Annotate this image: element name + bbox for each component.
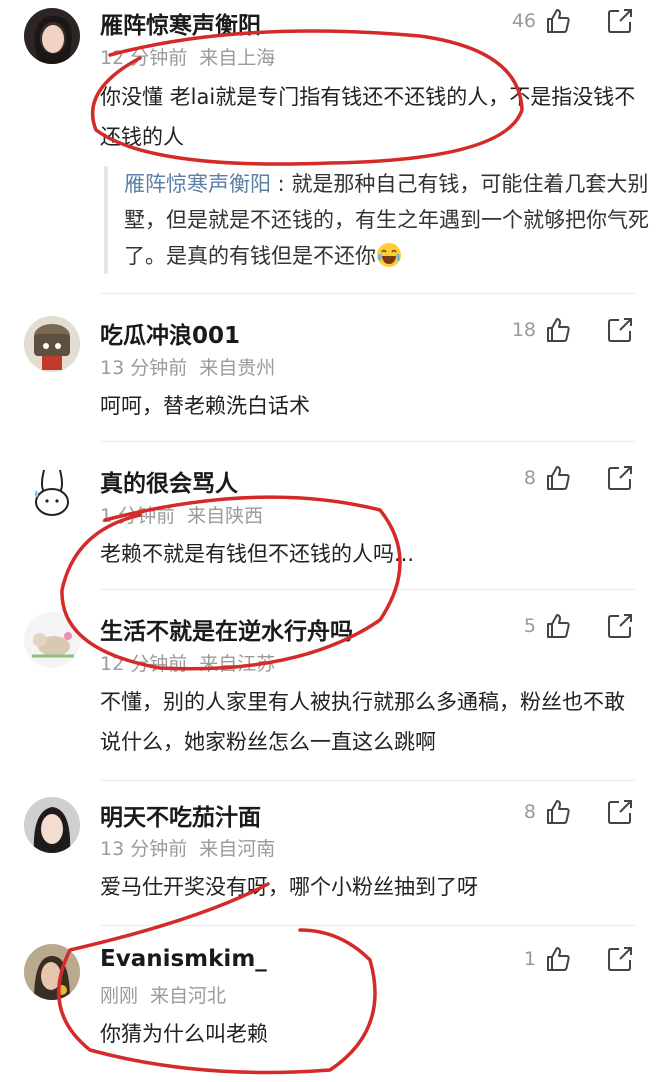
comment-actions: 46 [512, 6, 634, 36]
thumbs-up-icon[interactable] [544, 945, 572, 973]
reply-preview[interactable]: 雁阵惊寒声衡阳 : 就是那种自己有钱，可能住着几套大别墅，但是就是不还钱的，有生… [104, 166, 654, 274]
like-count: 5 [523, 615, 536, 637]
comment-actions: 8 [524, 797, 634, 827]
comment-time: 12 分钟前 [100, 47, 188, 69]
comment-location: 来自贵州 [199, 357, 276, 379]
thumbs-up-icon[interactable] [544, 798, 572, 826]
thumbs-up-icon[interactable] [544, 316, 572, 344]
divider [100, 589, 636, 590]
thumbs-up-icon[interactable] [544, 7, 572, 35]
comment-time: 13 分钟前 [100, 838, 188, 860]
divider [100, 780, 636, 781]
laughing-crying-emoji [376, 242, 402, 268]
username[interactable]: Evanismkim_ [100, 946, 267, 972]
reply-separator: : [271, 172, 292, 196]
avatar[interactable] [24, 612, 80, 668]
comment-location: 来自江苏 [199, 653, 276, 675]
comment-meta: 12 分钟前 来自江苏 [100, 649, 275, 676]
comment-actions: 8 [524, 463, 634, 493]
like-count: 8 [523, 801, 536, 823]
comment-actions: 5 [524, 611, 634, 641]
like-count: 1 [523, 948, 536, 970]
share-icon[interactable] [606, 316, 634, 344]
comment-actions: 18 [512, 315, 634, 345]
share-icon[interactable] [606, 464, 634, 492]
comment-text: 爱马仕开奖没有呀，哪个小粉丝抽到了呀 [100, 875, 478, 899]
comment-text: 你没懂 老lai就是专门指有钱还不还钱的人，不是指没钱不还钱的人 [100, 85, 636, 149]
like-count: 46 [511, 10, 536, 32]
share-icon[interactable] [606, 612, 634, 640]
comment-text: 不懂，别的人家里有人被执行就那么多通稿，粉丝也不敢说什么，她家粉丝怎么一直这么跳… [100, 690, 625, 754]
comment-location: 来自陕西 [187, 505, 264, 527]
comment-meta: 13 分钟前 来自河南 [100, 834, 275, 861]
share-icon[interactable] [606, 945, 634, 973]
share-icon[interactable] [606, 7, 634, 35]
avatar[interactable] [24, 797, 80, 853]
username[interactable]: 吃瓜冲浪001 [100, 316, 240, 350]
thumbs-up-icon[interactable] [544, 612, 572, 640]
username[interactable]: 真的很会骂人 [100, 464, 238, 498]
comment-time: 刚刚 [100, 985, 139, 1007]
comment-meta: 13 分钟前 来自贵州 [100, 353, 275, 380]
divider [100, 293, 636, 294]
username[interactable]: 生活不就是在逆水行舟吗 [100, 612, 353, 646]
like-count: 8 [523, 467, 536, 489]
share-icon[interactable] [606, 798, 634, 826]
avatar[interactable] [24, 944, 80, 1000]
comment-location: 来自河北 [150, 985, 227, 1007]
comment-time: 12 分钟前 [100, 653, 188, 675]
comment-actions: 1 [524, 944, 634, 974]
comment-text: 你猜为什么叫老赖 [100, 1022, 268, 1046]
divider [100, 925, 636, 926]
comment-time: 1 分钟前 [100, 505, 176, 527]
comment-text: 老赖不就是有钱但不还钱的人吗... [100, 542, 415, 566]
avatar[interactable] [24, 8, 80, 64]
comment-time: 13 分钟前 [100, 357, 188, 379]
comment-text: 呵呵，替老赖洗白话术 [100, 394, 310, 418]
comment-meta: 12 分钟前 来自上海 [100, 43, 275, 70]
comment-meta: 刚刚 来自河北 [100, 981, 226, 1008]
avatar[interactable] [24, 464, 80, 520]
divider [100, 441, 636, 442]
comment-location: 来自上海 [199, 47, 276, 69]
reply-author[interactable]: 雁阵惊寒声衡阳 [124, 172, 271, 196]
like-count: 18 [511, 319, 536, 341]
comment-location: 来自河南 [199, 838, 276, 860]
username[interactable]: 雁阵惊寒声衡阳 [100, 6, 261, 40]
comment-meta: 1 分钟前 来自陕西 [100, 501, 263, 528]
thumbs-up-icon[interactable] [544, 464, 572, 492]
avatar[interactable] [24, 316, 80, 372]
username[interactable]: 明天不吃茄汁面 [100, 798, 261, 832]
